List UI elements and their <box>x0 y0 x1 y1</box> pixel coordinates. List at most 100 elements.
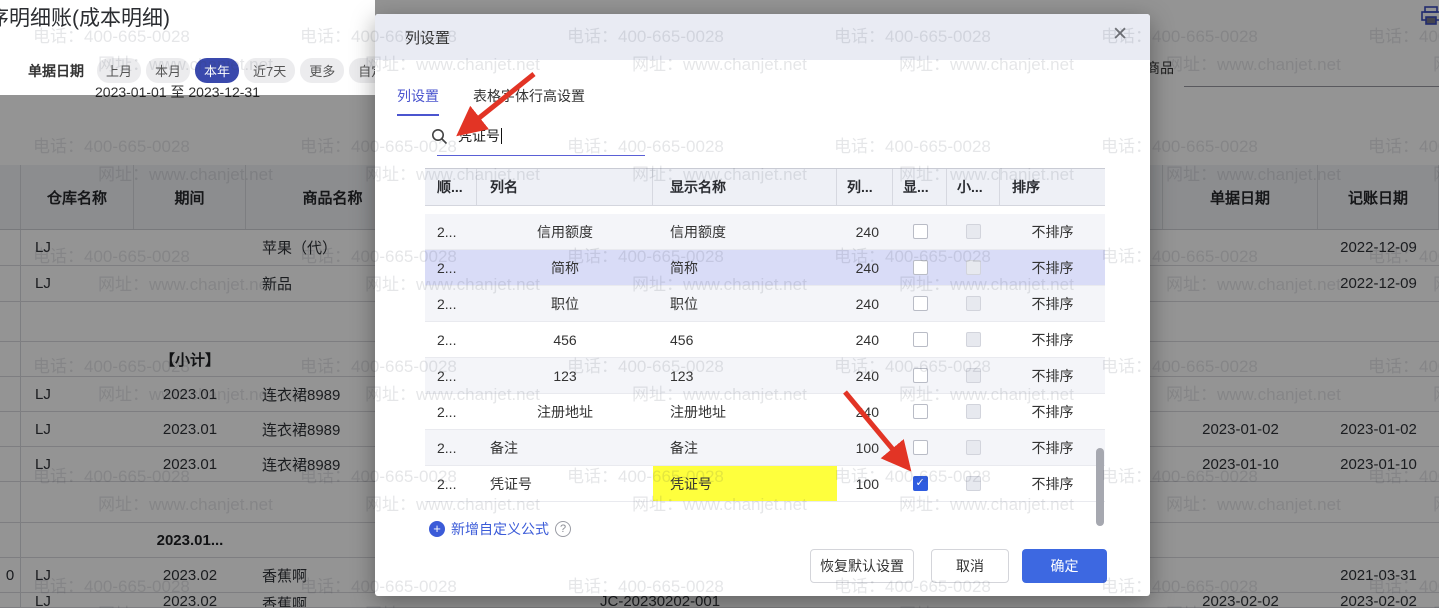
pill-this-year: 本年 <box>195 58 240 83</box>
col-header-seq: 顺... <box>425 169 477 205</box>
tab-font-row-height[interactable]: 表格字体行高设置 <box>473 86 585 116</box>
search-input-value: 凭证号 <box>458 128 500 144</box>
cell-sort: 不排序 <box>1031 403 1074 420</box>
show-checkbox[interactable] <box>912 476 928 491</box>
cell-sort: 不排序 <box>1031 295 1074 312</box>
cell-show <box>893 250 947 285</box>
scrollbar-thumb[interactable] <box>1096 448 1104 526</box>
column-setting-row[interactable]: 2... 456 456 240 不排序 <box>425 322 1105 358</box>
column-setting-row[interactable]: 2... 凭证号 凭证号 100 不排序 <box>425 466 1105 502</box>
add-formula-link[interactable]: 新增自定义公式 <box>451 519 549 539</box>
cell-subtotal <box>947 430 1000 465</box>
cell-column-width: 240 <box>855 259 879 276</box>
show-checkbox[interactable] <box>912 224 928 239</box>
cell-sort: 不排序 <box>1031 331 1074 348</box>
show-checkbox[interactable] <box>912 296 928 311</box>
show-checkbox[interactable] <box>912 332 928 347</box>
search-input[interactable]: 凭证号 <box>431 126 502 146</box>
date-filter-row: 单据日期 上月 本月 本年 近7天 更多 自定义 <box>28 58 407 83</box>
pill-this-month: 本月 <box>146 58 191 83</box>
cell-seq: 2... <box>437 475 457 492</box>
cell-subtotal <box>947 286 1000 321</box>
column-setting-row[interactable]: 2... 信用额度 信用额度 240 不排序 <box>425 214 1105 250</box>
cell-show <box>893 358 947 393</box>
cell-column-name: 凭证号 <box>490 475 532 492</box>
cell-sort: 不排序 <box>1031 367 1074 384</box>
col-header-name: 列名 <box>477 169 653 205</box>
cell-subtotal <box>947 250 1000 285</box>
cell-show <box>893 430 947 465</box>
cell-column-name: 456 <box>553 331 577 348</box>
modal-footer: 恢复默认设置 取消 确定 <box>375 549 1150 583</box>
cell-show <box>893 394 947 429</box>
column-setting-row[interactable]: 2... 备注 备注 100 不排序 <box>425 430 1105 466</box>
watermark-text: 电话：400-665-0028 <box>834 137 991 156</box>
cell-column-width: 240 <box>855 403 879 420</box>
doc-date-label: 单据日期 <box>28 62 84 79</box>
modal-tab-bar: 列设置 表格字体行高设置 <box>397 86 585 116</box>
cell-subtotal <box>947 322 1000 357</box>
show-checkbox[interactable] <box>912 440 928 455</box>
modal-header: 列设置 <box>375 14 1150 60</box>
column-setting-row[interactable]: 2... 注册地址 注册地址 240 不排序 <box>425 394 1105 430</box>
cell-subtotal <box>947 394 1000 429</box>
col-header-display: 显示名称 <box>653 169 837 205</box>
table-spacer <box>425 206 1105 214</box>
cell-sort: 不排序 <box>1031 439 1074 456</box>
column-setting-row[interactable]: 2... 职位 职位 240 不排序 <box>425 286 1105 322</box>
col-header-sort: 排序 <box>1012 179 1040 195</box>
cell-column-width: 100 <box>855 439 879 456</box>
help-icon[interactable]: ? <box>555 521 571 537</box>
show-checkbox[interactable] <box>912 260 928 275</box>
pill-more: 更多 <box>300 58 345 83</box>
columns-table-body: 2... 信用额度 信用额度 240 不排序 2... 简称 简称 240 不排序 2... 职位 职位… <box>425 214 1105 502</box>
cell-display-name: 备注 <box>670 439 698 456</box>
cell-show <box>893 466 947 501</box>
cell-subtotal <box>947 466 1000 501</box>
cell-sort: 不排序 <box>1031 475 1074 492</box>
column-setting-row[interactable]: 2... 123 123 240 不排序 <box>425 358 1105 394</box>
col-header-width: 列... <box>837 169 893 205</box>
cell-column-name: 备注 <box>490 439 518 456</box>
show-checkbox[interactable] <box>912 404 928 419</box>
columns-table-header: 顺... 列名 显示名称 列... 显... 小... 排序 <box>425 168 1105 206</box>
cell-column-name: 123 <box>553 367 577 384</box>
search-icon <box>432 128 448 144</box>
cell-sort: 不排序 <box>1031 223 1074 240</box>
show-checkbox[interactable] <box>912 368 928 383</box>
watermark-text: 电话：400-665-0028 <box>1101 137 1150 156</box>
cell-display-name: 职位 <box>670 295 698 312</box>
cell-subtotal <box>947 214 1000 249</box>
cell-column-name: 职位 <box>551 295 579 312</box>
subtotal-checkbox <box>966 440 981 455</box>
cell-display-name: 123 <box>670 367 694 384</box>
cell-column-width: 240 <box>855 295 879 312</box>
subtotal-checkbox <box>966 332 981 347</box>
subtotal-checkbox <box>966 224 981 239</box>
cell-column-width: 240 <box>855 367 879 384</box>
col-header-subtotal: 小... <box>947 169 1000 205</box>
cell-display-name: 凭证号 <box>653 466 837 501</box>
plus-icon: + <box>429 521 445 537</box>
cell-seq: 2... <box>437 223 457 240</box>
cell-column-name: 注册地址 <box>537 403 593 420</box>
page-title-wrap: 序明细账(成本明细) <box>0 2 370 34</box>
cell-display-name: 456 <box>670 331 694 348</box>
cell-display-name: 信用额度 <box>670 223 726 240</box>
cell-show <box>893 214 947 249</box>
cell-display-name: 注册地址 <box>670 403 726 420</box>
subtotal-checkbox <box>966 260 981 275</box>
cancel-button[interactable]: 取消 <box>931 549 1009 583</box>
cell-seq: 2... <box>437 331 457 348</box>
cell-show <box>893 286 947 321</box>
close-icon[interactable]: ✕ <box>1112 25 1128 44</box>
restore-defaults-button[interactable]: 恢复默认设置 <box>810 549 914 583</box>
pill-last-month: 上月 <box>97 58 142 83</box>
column-setting-row[interactable]: 2... 简称 简称 240 不排序 <box>425 250 1105 286</box>
add-formula-row: + 新增自定义公式 ? <box>429 519 571 539</box>
cell-column-width: 100 <box>855 475 879 492</box>
cell-seq: 2... <box>437 439 457 456</box>
tab-column-settings[interactable]: 列设置 <box>397 86 439 116</box>
confirm-button[interactable]: 确定 <box>1022 549 1107 583</box>
search-underline <box>437 155 645 156</box>
